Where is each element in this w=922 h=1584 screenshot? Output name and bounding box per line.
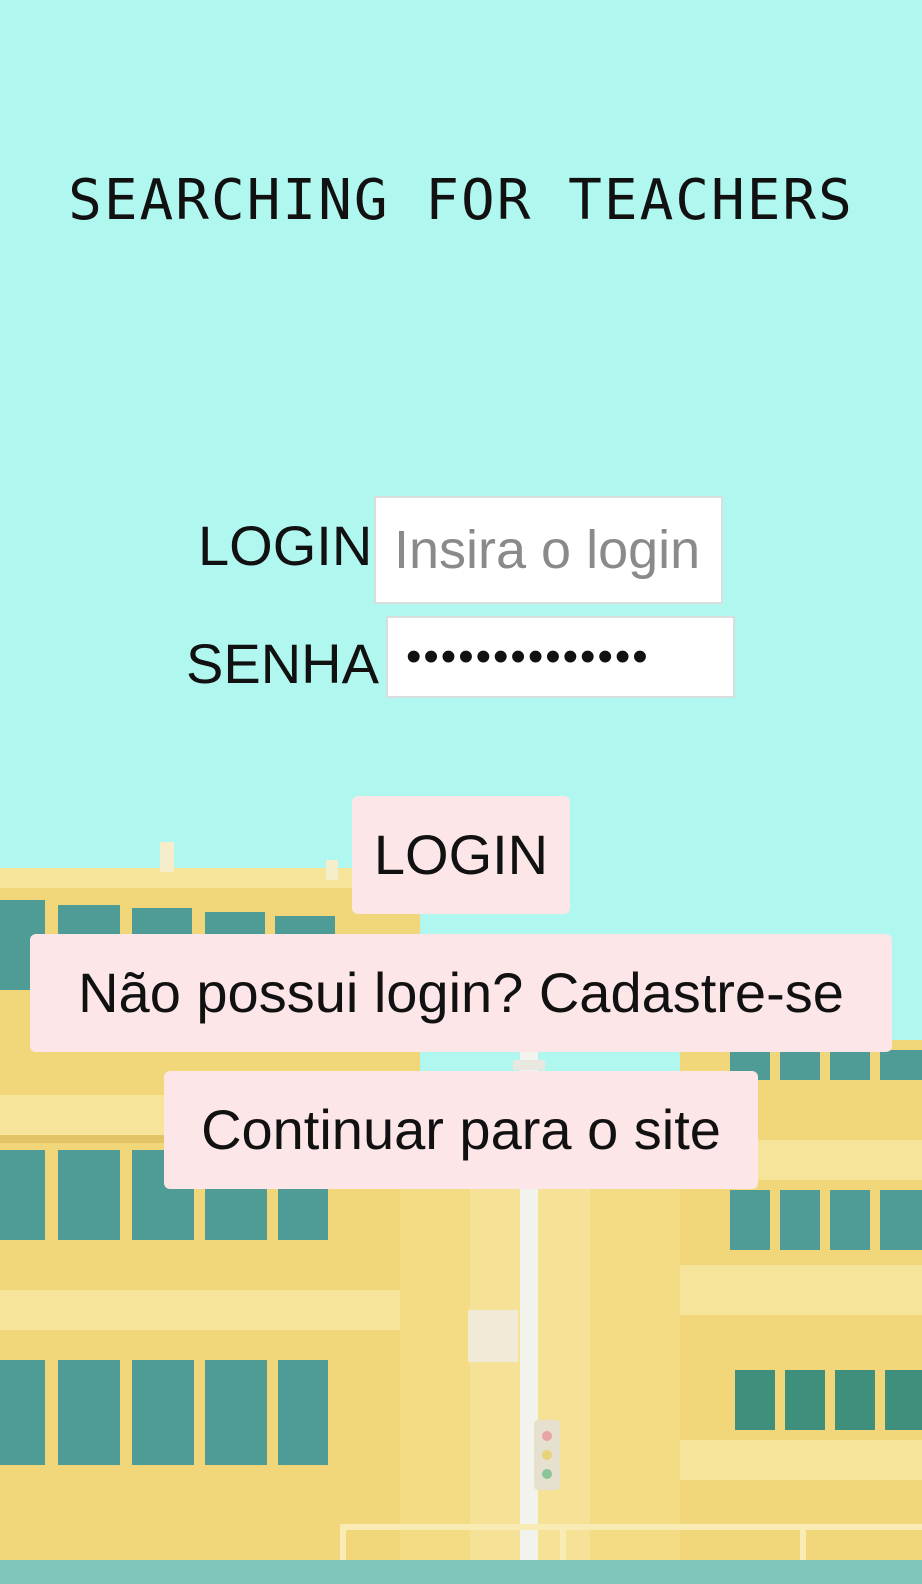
senha-label: SENHA (186, 632, 379, 695)
login-button[interactable]: LOGIN (352, 796, 570, 914)
senha-masked-value: •••••••••••••• (406, 632, 650, 681)
register-button[interactable]: Não possui login? Cadastre-se (30, 934, 892, 1052)
continue-to-site-button[interactable]: Continuar para o site (164, 1071, 758, 1189)
school-building-illustration (0, 0, 922, 1584)
page-title: SEARCHING FOR TEACHERS (68, 168, 854, 233)
senha-input[interactable]: •••••••••••••• (386, 616, 735, 698)
login-label: LOGIN (198, 514, 373, 577)
login-input[interactable] (374, 496, 723, 604)
